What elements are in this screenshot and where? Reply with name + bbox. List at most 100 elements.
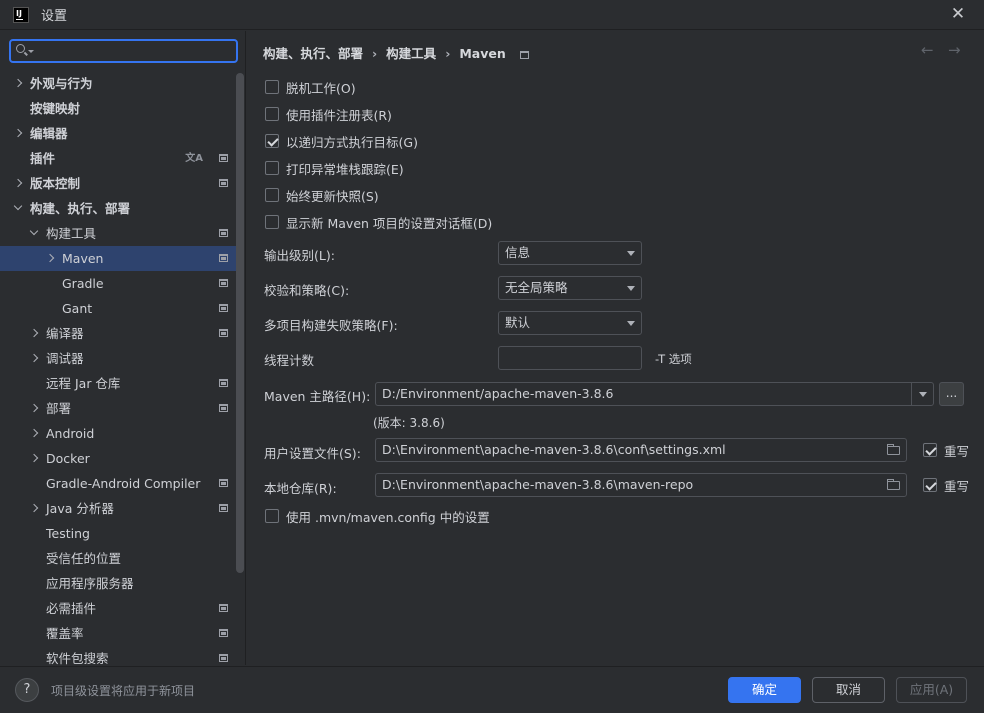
user-settings-input[interactable]: D:\Environment\apache-maven-3.8.6\conf\s… bbox=[375, 438, 907, 462]
sidebar-item-label: Java 分析器 bbox=[46, 501, 114, 516]
sidebar-item[interactable]: Docker bbox=[0, 446, 236, 471]
user-settings-label: 用户设置文件(S): bbox=[264, 446, 361, 461]
chevron-right-icon[interactable] bbox=[29, 453, 39, 463]
search-history-dropdown-icon[interactable] bbox=[28, 50, 34, 53]
folder-icon[interactable] bbox=[887, 479, 900, 490]
sidebar-item-label: Testing bbox=[46, 526, 90, 541]
chevron-right-icon[interactable] bbox=[29, 328, 39, 338]
scope-icon bbox=[219, 379, 228, 387]
sidebar-item[interactable]: Gant bbox=[0, 296, 236, 321]
recursive-checkbox[interactable] bbox=[265, 134, 279, 148]
sidebar-item-label: Docker bbox=[46, 451, 90, 466]
sidebar-item[interactable]: 调试器 bbox=[0, 346, 236, 371]
sidebar-item[interactable]: 外观与行为 bbox=[0, 71, 236, 96]
sidebar-item-label: Maven bbox=[62, 251, 104, 266]
sidebar-item-label: Gant bbox=[62, 301, 93, 316]
chevron-right-icon[interactable] bbox=[29, 403, 39, 413]
chevron-right-icon[interactable] bbox=[13, 178, 23, 188]
sidebar-item[interactable]: Maven bbox=[0, 246, 236, 271]
breadcrumb-item[interactable]: 构建、执行、部署 bbox=[263, 46, 363, 61]
footer-hint: 项目级设置将应用于新项目 bbox=[51, 684, 196, 698]
sidebar-item[interactable]: 受信任的位置 bbox=[0, 546, 236, 571]
folder-icon[interactable] bbox=[887, 444, 900, 455]
close-icon[interactable]: ✕ bbox=[950, 5, 966, 23]
ok-button[interactable]: 确定 bbox=[728, 677, 801, 703]
sidebar-item-label: 覆盖率 bbox=[46, 626, 84, 641]
sidebar-item-label: Gradle-Android Compiler bbox=[46, 476, 201, 491]
forward-arrow-icon[interactable]: → bbox=[948, 41, 961, 59]
thread-count-input[interactable] bbox=[498, 346, 642, 370]
sidebar-item[interactable]: 版本控制 bbox=[0, 171, 236, 196]
sidebar-item[interactable]: Gradle-Android Compiler bbox=[0, 471, 236, 496]
user-settings-override-option[interactable]: 重写 bbox=[923, 440, 969, 460]
sidebar-item[interactable]: 编辑器 bbox=[0, 121, 236, 146]
sidebar-item[interactable]: 插件 文A bbox=[0, 146, 236, 171]
scope-icon bbox=[219, 304, 228, 312]
sidebar-item[interactable]: Testing bbox=[0, 521, 236, 546]
sidebar-scrollbar[interactable] bbox=[236, 73, 244, 573]
sidebar-item[interactable]: Java 分析器 bbox=[0, 496, 236, 521]
chevron-right-icon[interactable] bbox=[29, 428, 39, 438]
plugin-registry-option[interactable]: 使用插件注册表(R) bbox=[265, 104, 392, 124]
help-button[interactable]: ? bbox=[15, 678, 39, 702]
chevron-right-icon[interactable] bbox=[13, 78, 23, 88]
chevron-down-icon bbox=[627, 286, 635, 291]
offline-checkbox[interactable] bbox=[265, 80, 279, 94]
settings-search-box[interactable] bbox=[9, 39, 238, 63]
chevron-right-icon[interactable] bbox=[29, 353, 39, 363]
output-level-value: 信息 bbox=[505, 245, 531, 260]
sidebar-item[interactable]: 部署 bbox=[0, 396, 236, 421]
settings-search-input[interactable] bbox=[37, 42, 233, 60]
sidebar-item[interactable]: 必需插件 bbox=[0, 596, 236, 621]
user-settings-override-label: 重写 bbox=[944, 443, 970, 459]
mvn-config-label: 使用 .mvn/maven.config 中的设置 bbox=[286, 509, 490, 525]
maven-home-browse-button[interactable]: ... bbox=[939, 382, 964, 406]
breadcrumb-item[interactable]: 构建工具 bbox=[386, 46, 436, 61]
chevron-right-icon[interactable] bbox=[29, 503, 39, 513]
chevron-down-icon[interactable] bbox=[29, 226, 39, 236]
stack-trace-option[interactable]: 打印异常堆栈跟踪(E) bbox=[265, 158, 404, 178]
chevron-right-icon[interactable] bbox=[13, 128, 23, 138]
cancel-button[interactable]: 取消 bbox=[812, 677, 885, 703]
failure-policy-select[interactable]: 默认 bbox=[498, 311, 642, 335]
sidebar-item[interactable]: 构建、执行、部署 bbox=[0, 196, 236, 221]
offline-option[interactable]: 脱机工作(O) bbox=[265, 77, 356, 97]
sidebar-item-label: 编译器 bbox=[46, 326, 84, 341]
checksum-policy-select[interactable]: 无全局策略 bbox=[498, 276, 642, 300]
sidebar-item-label: 编辑器 bbox=[30, 126, 68, 141]
back-arrow-icon[interactable]: ← bbox=[921, 41, 934, 59]
stack-trace-label: 打印异常堆栈跟踪(E) bbox=[286, 161, 404, 177]
update-snapshots-checkbox[interactable] bbox=[265, 188, 279, 202]
apply-button[interactable]: 应用(A) bbox=[896, 677, 967, 703]
maven-home-input[interactable]: D:/Environment/apache-maven-3.8.6 bbox=[375, 382, 912, 406]
mvn-config-option[interactable]: 使用 .mvn/maven.config 中的设置 bbox=[265, 506, 490, 526]
show-dialog-option[interactable]: 显示新 Maven 项目的设置对话框(D) bbox=[265, 212, 492, 232]
scope-icon bbox=[519, 51, 529, 59]
local-repo-input[interactable]: D:\Environment\apache-maven-3.8.6\maven-… bbox=[375, 473, 907, 497]
scope-icon bbox=[219, 179, 228, 187]
maven-settings-panel: 构建、执行、部署 › 构建工具 › Maven ← → 脱机工作(O) 使用插件注册表(… bbox=[247, 31, 984, 665]
sidebar-item[interactable]: 覆盖率 bbox=[0, 621, 236, 646]
sidebar-item[interactable]: 按键映射 bbox=[0, 96, 236, 121]
plugin-registry-checkbox[interactable] bbox=[265, 107, 279, 121]
recursive-option[interactable]: 以递归方式执行目标(G) bbox=[265, 131, 418, 151]
stack-trace-checkbox[interactable] bbox=[265, 161, 279, 175]
local-repo-override-checkbox[interactable] bbox=[923, 478, 937, 492]
sidebar-item[interactable]: 远程 Jar 仓库 bbox=[0, 371, 236, 396]
show-dialog-label: 显示新 Maven 项目的设置对话框(D) bbox=[286, 215, 493, 231]
sidebar-item[interactable]: 应用程序服务器 bbox=[0, 571, 236, 596]
local-repo-override-option[interactable]: 重写 bbox=[923, 475, 969, 495]
sidebar-item[interactable]: Android bbox=[0, 421, 236, 446]
show-dialog-checkbox[interactable] bbox=[265, 215, 279, 229]
sidebar-item[interactable]: 构建工具 bbox=[0, 221, 236, 246]
chevron-down-icon[interactable] bbox=[13, 201, 23, 211]
update-snapshots-option[interactable]: 始终更新快照(S) bbox=[265, 185, 379, 205]
user-settings-override-checkbox[interactable] bbox=[923, 443, 937, 457]
output-level-select[interactable]: 信息 bbox=[498, 241, 642, 265]
chevron-right-icon[interactable] bbox=[45, 253, 55, 263]
sidebar-item[interactable]: Gradle bbox=[0, 271, 236, 296]
sidebar-item-label: 按键映射 bbox=[30, 101, 81, 116]
sidebar-item[interactable]: 编译器 bbox=[0, 321, 236, 346]
mvn-config-checkbox[interactable] bbox=[265, 509, 279, 523]
maven-home-dropdown[interactable] bbox=[911, 382, 934, 406]
